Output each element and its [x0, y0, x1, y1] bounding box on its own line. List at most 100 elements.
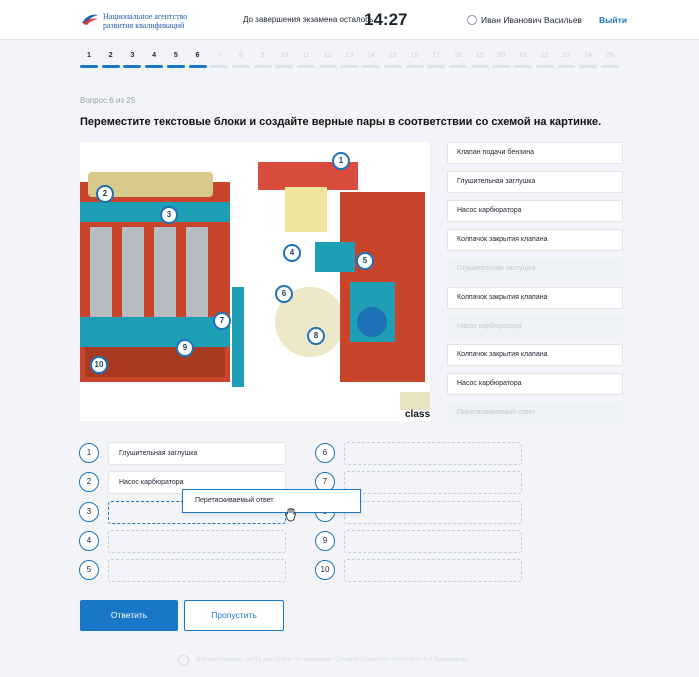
step-number: 20	[497, 52, 506, 59]
engine-illustration: class	[80, 162, 430, 420]
step-24[interactable]: 24	[579, 52, 598, 68]
step-8[interactable]: 8	[231, 52, 250, 68]
agency-logo-icon[interactable]	[80, 11, 100, 27]
user-name: Иван Иванович Васильев	[481, 15, 583, 25]
step-bar	[166, 65, 185, 68]
step-10[interactable]: 10	[275, 52, 294, 68]
drop-slot[interactable]	[344, 501, 522, 524]
step-13[interactable]: 13	[340, 52, 359, 68]
step-bar	[188, 65, 207, 68]
drop-slot[interactable]	[344, 471, 522, 494]
step-bar	[535, 65, 554, 68]
answer-chip-used: Перетаскиваемый ответ	[447, 402, 623, 424]
step-20[interactable]: 20	[492, 52, 511, 68]
step-18[interactable]: 18	[448, 52, 467, 68]
user-icon	[467, 15, 477, 25]
step-number: 14	[367, 52, 375, 59]
step-19[interactable]: 19	[470, 52, 489, 68]
slot-number: 3	[79, 502, 99, 522]
step-number: 4	[152, 52, 157, 59]
slot-number: 5	[79, 560, 99, 580]
step-16[interactable]: 16	[405, 52, 424, 68]
answer-chip[interactable]: Глушительная заглушка	[447, 171, 623, 193]
engine-diagram: class 1 2 3 4 5 6 7 8 9 10	[80, 142, 430, 421]
callout-6: 6	[275, 285, 293, 303]
creative-commons-icon	[178, 655, 189, 666]
drop-slot[interactable]	[108, 530, 286, 553]
step-bar	[470, 65, 489, 68]
logout-link[interactable]: Выйти	[599, 15, 627, 25]
step-5[interactable]: 5	[166, 52, 185, 68]
step-25[interactable]: 25	[600, 52, 619, 68]
step-number: 5	[173, 52, 178, 59]
callout-1: 1	[332, 152, 350, 170]
step-15[interactable]: 15	[383, 52, 402, 68]
skip-button[interactable]: Пропустить	[184, 600, 284, 631]
step-number: 22	[540, 52, 549, 59]
step-17[interactable]: 17	[427, 52, 446, 68]
step-number: 2	[108, 52, 113, 59]
step-bar	[340, 65, 359, 68]
question-number: Вопрос 6 из 25	[80, 96, 136, 105]
step-14[interactable]: 14	[362, 52, 381, 68]
callout-3: 3	[160, 206, 178, 224]
step-7[interactable]: 7	[210, 52, 229, 68]
question-progress: 1 2 3 4 5 6 7 8 9 10 11 12 13 14 15 16 17 18 19 20 21 22 23 24 2…	[80, 52, 625, 72]
answer-chip[interactable]: Насос карбюратора	[447, 200, 623, 222]
callout-4: 4	[283, 244, 301, 262]
step-23[interactable]: 23	[557, 52, 576, 68]
slot-number: 1	[79, 443, 99, 463]
step-number: 23	[562, 52, 571, 59]
drop-slot[interactable]	[344, 442, 522, 465]
callout-2: 2	[96, 185, 114, 203]
step-number: 8	[238, 52, 243, 59]
answer-chip[interactable]: Колпачок закрытия клапана	[447, 287, 623, 309]
drop-slot[interactable]: Глушительная заглушка	[108, 442, 286, 465]
step-bar	[579, 65, 598, 68]
step-1[interactable]: 1	[80, 52, 98, 68]
step-number: 16	[410, 52, 419, 59]
drop-slot[interactable]	[108, 559, 286, 582]
step-bar	[514, 65, 532, 68]
step-number: 6	[195, 52, 200, 59]
step-number: 10	[280, 52, 289, 59]
callout-7: 7	[213, 312, 231, 330]
slot-number: 2	[79, 472, 99, 492]
step-number: 12	[323, 52, 332, 59]
step-21[interactable]: 21	[514, 52, 532, 68]
answer-chip[interactable]: Клапан подачи бензина	[447, 142, 623, 164]
step-bar	[405, 65, 424, 68]
step-2[interactable]: 2	[101, 52, 120, 68]
dragging-answer[interactable]: Перетаскиваемый ответ	[182, 489, 361, 513]
step-number: 21	[519, 52, 527, 59]
answer-chip[interactable]: Колпачок закрытия клапана	[447, 344, 623, 366]
drop-slot[interactable]	[344, 530, 522, 553]
callout-10: 10	[90, 356, 108, 374]
callout-9: 9	[176, 339, 194, 357]
step-4[interactable]: 4	[145, 52, 164, 68]
answer-chip-used: Глушительная заглушка	[447, 258, 623, 280]
header: Национальное агентство развития квалифик…	[0, 0, 699, 40]
step-bar	[383, 65, 402, 68]
answer-chip[interactable]: Колпачок закрытия клапана	[447, 229, 623, 251]
step-number: 25	[605, 52, 614, 59]
submit-button[interactable]: Ответить	[80, 600, 178, 631]
drop-slot[interactable]	[344, 559, 522, 582]
answer-chip-used: Насос карбюратора	[447, 316, 623, 338]
step-12[interactable]: 12	[318, 52, 337, 68]
step-bar	[210, 65, 229, 68]
answer-chip[interactable]: Насос карбюратора	[447, 373, 623, 395]
slot-number: 4	[79, 531, 99, 551]
step-6[interactable]: 6	[188, 52, 207, 68]
step-bar	[101, 65, 120, 68]
logo-text[interactable]: Национальное агентство развития квалифик…	[103, 12, 187, 30]
step-9[interactable]: 9	[253, 52, 272, 68]
step-number: 11	[302, 52, 310, 59]
step-number: 19	[475, 52, 484, 59]
step-bar	[145, 65, 164, 68]
step-3[interactable]: 3	[123, 52, 142, 68]
step-22[interactable]: 22	[535, 52, 554, 68]
grab-cursor-icon	[285, 508, 296, 522]
step-11[interactable]: 11	[297, 52, 315, 68]
timer-label: До завершения экзамена осталось	[243, 15, 374, 24]
